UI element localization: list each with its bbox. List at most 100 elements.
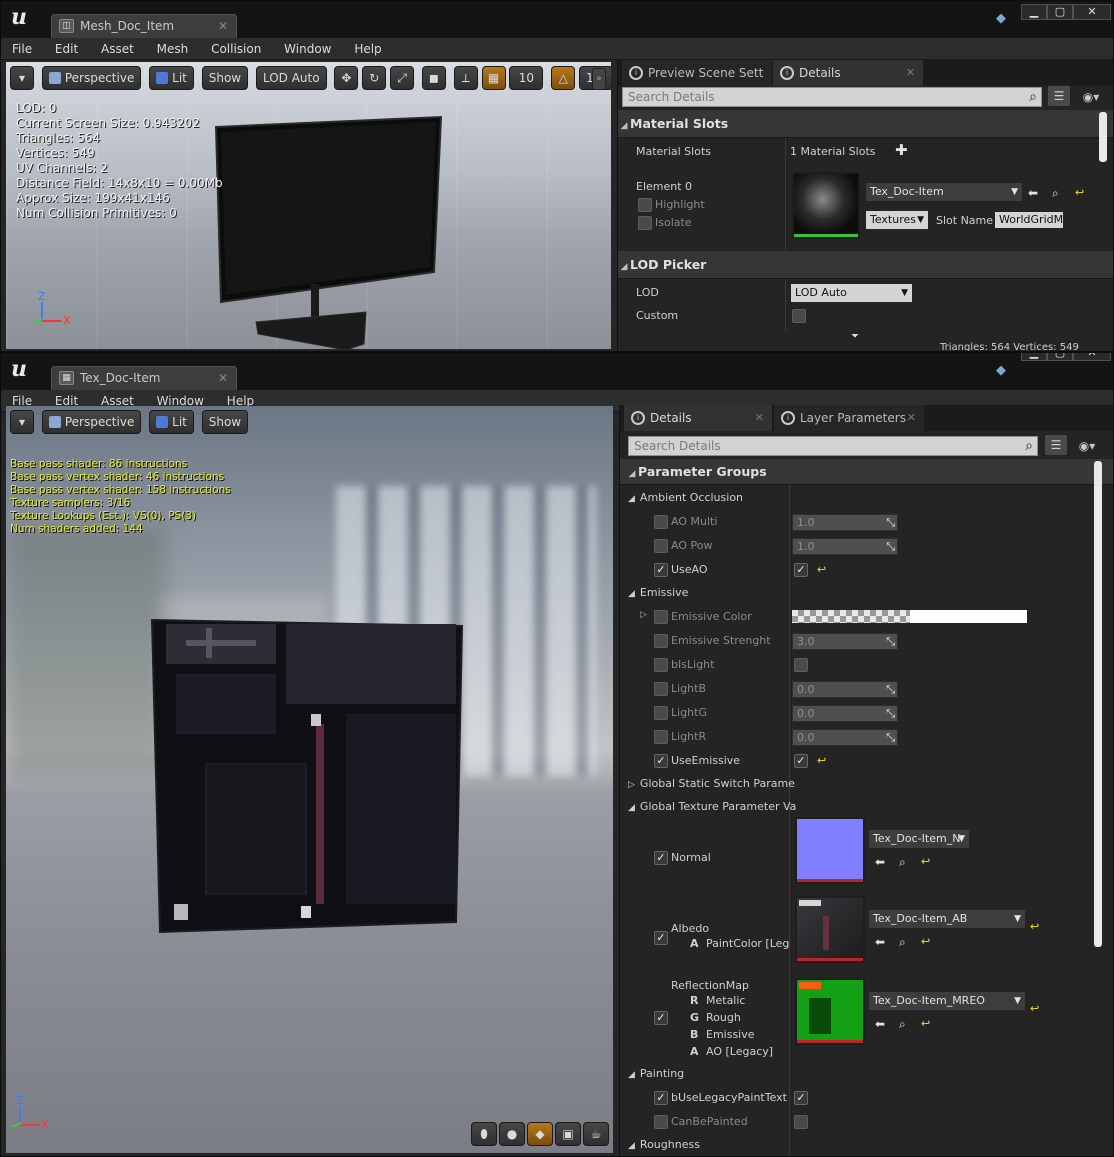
use-selected-arrow-icon[interactable]: ⬅: [875, 1017, 885, 1031]
global-texture-group[interactable]: ◢ Global Texture Parameter Va: [628, 800, 796, 813]
viewport-options-button[interactable]: ▾: [10, 66, 34, 90]
ao-multi-input[interactable]: 1.0 ⤡: [792, 514, 898, 531]
painting-group[interactable]: ◢ Painting: [628, 1067, 684, 1080]
menu-edit[interactable]: Edit: [44, 38, 86, 60]
viewport-options-button[interactable]: ▾: [10, 410, 34, 434]
unreal-logo-icon[interactable]: u: [6, 4, 32, 30]
show-button[interactable]: Show: [201, 410, 249, 434]
ao-pow-checkbox[interactable]: [654, 539, 668, 553]
minimize-button[interactable]: ▁: [1021, 4, 1047, 20]
use-ao-value-checkbox[interactable]: ✓: [794, 563, 808, 577]
ao-multi-checkbox[interactable]: [654, 515, 668, 529]
menu-mesh[interactable]: Mesh: [146, 38, 197, 60]
details-scrollbar[interactable]: [1094, 461, 1102, 947]
use-selected-arrow-icon[interactable]: ⬅: [875, 935, 885, 949]
parameter-groups-category[interactable]: ◢ Parameter Groups: [620, 459, 1113, 485]
details-scrollbar[interactable]: [1099, 112, 1107, 162]
bis-light-value-checkbox[interactable]: [794, 658, 808, 672]
menu-asset[interactable]: Asset: [90, 38, 142, 60]
light-b-input[interactable]: 0.0 ⤡: [792, 681, 898, 698]
textures-combo[interactable]: Textures ▼: [865, 210, 929, 230]
reset-to-default-icon[interactable]: ↩: [921, 1017, 930, 1031]
light-g-checkbox[interactable]: [654, 706, 668, 720]
minimize-button[interactable]: ▁: [1021, 353, 1047, 361]
document-tab[interactable]: ◫ Mesh_Doc_Item ✕: [51, 14, 237, 38]
tab-preview-scene-settings[interactable]: i Preview Scene Sett: [622, 60, 772, 86]
close-window-button[interactable]: ✕: [1073, 353, 1111, 361]
reset-to-default-icon[interactable]: ↩: [1030, 920, 1039, 934]
property-matrix-button[interactable]: ☰: [1044, 434, 1068, 456]
expand-arrow-icon[interactable]: ▷: [640, 610, 647, 620]
close-tab-icon[interactable]: ✕: [907, 405, 916, 431]
rotate-icon[interactable]: ↻: [362, 66, 387, 90]
title-bar[interactable]: u ◫ Mesh_Doc_Item ✕ ◆ ▁ ▢ ✕: [1, 1, 1113, 38]
reset-to-default-icon[interactable]: ↩: [1075, 186, 1084, 200]
reset-to-default-icon[interactable]: ↩: [921, 855, 930, 869]
light-r-checkbox[interactable]: [654, 730, 668, 744]
custom-checkbox[interactable]: [792, 309, 806, 323]
unreal-logo-icon[interactable]: u: [6, 356, 32, 382]
mesh-viewport[interactable]: ▾ Perspective Lit Show LOD Auto ✥ ↻ ⤢ ◼ …: [6, 62, 611, 349]
plane-icon[interactable]: ◆: [527, 1122, 553, 1146]
search-input[interactable]: Search Details ⌕: [628, 436, 1038, 456]
bis-light-checkbox[interactable]: [654, 658, 668, 672]
ao-pow-input[interactable]: 1.0 ⤡: [792, 538, 898, 555]
lit-button[interactable]: Lit: [149, 410, 194, 434]
teapot-icon[interactable]: ☕: [583, 1122, 609, 1146]
slot-name-input[interactable]: WorldGridMa: [994, 211, 1064, 229]
can-be-painted-value-checkbox[interactable]: [794, 1115, 808, 1129]
menu-help[interactable]: Help: [343, 38, 389, 60]
reflection-texture-thumbnail[interactable]: [795, 978, 865, 1045]
cylinder-icon[interactable]: ⬮: [471, 1122, 497, 1146]
learn-hat-icon[interactable]: ◆: [992, 11, 1010, 27]
close-tab-icon[interactable]: ✕: [755, 405, 764, 431]
light-g-input[interactable]: 0.0 ⤡: [792, 705, 898, 722]
learn-hat-icon[interactable]: ◆: [992, 363, 1010, 379]
material-combo[interactable]: Tex_Doc-Item ▼: [865, 182, 1023, 202]
lit-button[interactable]: Lit: [149, 66, 194, 90]
close-tab-icon[interactable]: ✕: [906, 60, 915, 86]
maximize-button[interactable]: ▢: [1047, 353, 1073, 361]
perspective-button[interactable]: Perspective: [41, 410, 142, 434]
emissive-color-swatch[interactable]: [792, 610, 1027, 623]
expand-more-icon[interactable]: ⏷: [851, 331, 859, 342]
maximize-button[interactable]: ▢: [1047, 4, 1073, 20]
albedo-texture-thumbnail[interactable]: [795, 896, 865, 963]
world-local-icon[interactable]: ◼: [421, 66, 446, 90]
browse-magnifier-icon[interactable]: ⌕: [899, 935, 906, 949]
tab-details[interactable]: i Details ✕: [624, 405, 772, 431]
tab-layer-parameters[interactable]: i Layer Parameters ✕: [774, 405, 924, 431]
isolate-checkbox[interactable]: [638, 216, 652, 230]
document-tab[interactable]: ▦ Tex_Doc-Item ✕: [51, 366, 237, 390]
cube-icon[interactable]: ▣: [555, 1122, 581, 1146]
lod-picker-category[interactable]: ◢ LOD Picker: [618, 251, 1113, 279]
lod-combo[interactable]: LOD Auto ▼: [790, 283, 913, 303]
reset-to-default-icon[interactable]: ↩: [817, 754, 826, 768]
use-ao-override-checkbox[interactable]: ✓: [654, 563, 668, 577]
reset-to-default-icon[interactable]: ↩: [817, 563, 826, 577]
material-slots-category[interactable]: ◢ Material Slots: [618, 110, 1113, 138]
roughness-group[interactable]: ◢ Roughness: [628, 1138, 700, 1151]
surface-snap-icon[interactable]: ⟂: [453, 66, 478, 90]
translate-icon[interactable]: ✥: [334, 66, 359, 90]
tab-details[interactable]: i Details ✕: [773, 60, 923, 86]
reflection-texture-combo[interactable]: Tex_Doc-Item_MREO ▼: [868, 991, 1026, 1011]
view-options-eye-icon[interactable]: ◉▾: [1074, 87, 1108, 107]
menu-collision[interactable]: Collision: [200, 38, 269, 60]
normal-override-checkbox[interactable]: ✓: [654, 851, 668, 865]
search-input[interactable]: Search Details ⌕: [622, 87, 1042, 107]
use-selected-arrow-icon[interactable]: ⬅: [875, 855, 885, 869]
emissive-group[interactable]: ◢ Emissive: [628, 586, 688, 599]
scale-icon[interactable]: ⤢: [390, 66, 415, 90]
use-legacy-paint-value-checkbox[interactable]: ✓: [794, 1091, 808, 1105]
close-window-button[interactable]: ✕: [1073, 4, 1111, 20]
emissive-strength-checkbox[interactable]: [654, 634, 668, 648]
rotation-snap-icon[interactable]: △: [551, 66, 576, 90]
material-viewport[interactable]: ▾ Perspective Lit Show Base pass shader:…: [6, 406, 613, 1153]
browse-magnifier-icon[interactable]: ⌕: [899, 855, 906, 869]
title-bar[interactable]: u ▦ Tex_Doc-Item ✕ ◆ ▁ ▢ ✕: [1, 353, 1113, 390]
close-tab-icon[interactable]: ✕: [218, 367, 228, 389]
browse-magnifier-icon[interactable]: ⌕: [899, 1017, 906, 1031]
use-selected-arrow-icon[interactable]: ⬅: [1028, 186, 1038, 200]
grid-snap-icon[interactable]: ▦: [481, 66, 506, 90]
